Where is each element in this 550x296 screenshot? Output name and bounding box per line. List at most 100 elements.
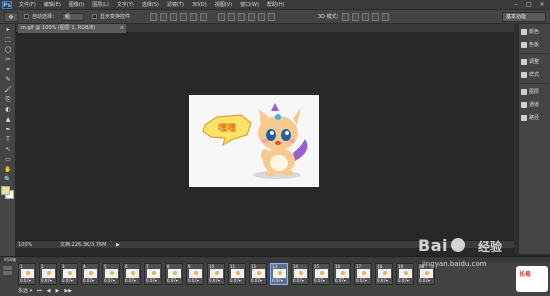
menu-edit[interactable]: 编辑(E) <box>42 0 63 10</box>
timeline-frame[interactable]: 12 0.07▾ <box>249 263 267 285</box>
timeline-frame[interactable]: 16 0.07▾ <box>333 263 351 285</box>
frame-delay-select[interactable]: 0.07▾ <box>62 278 73 284</box>
timeline-frame[interactable]: 11 0.07▾ <box>228 263 246 285</box>
menu-file[interactable]: 文件(F) <box>17 0 38 10</box>
first-frame-icon[interactable]: ⏮ <box>37 287 42 295</box>
panel-swatches[interactable]: 色板 <box>519 39 550 50</box>
move-tool-icon[interactable]: ▸ <box>2 25 14 34</box>
align-right-icon[interactable] <box>200 13 207 21</box>
timeline-frame[interactable]: 10 0.07▾ <box>207 263 225 285</box>
frame-delay-select[interactable]: 0.07▾ <box>314 278 325 284</box>
move-tool-preset[interactable]: ✥ <box>4 12 18 22</box>
frame-delay-select[interactable]: 0.07▾ <box>104 278 115 284</box>
menu-image[interactable]: 图像(I) <box>67 0 86 10</box>
align-vcenter-icon[interactable] <box>160 13 167 21</box>
brush-tool-icon[interactable]: 🖌 <box>2 85 14 94</box>
menu-view[interactable]: 视图(V) <box>213 0 234 10</box>
healing-tool-icon[interactable]: ✎ <box>2 75 14 84</box>
frame-delay-select[interactable]: 0.07▾ <box>83 278 94 284</box>
status-menu-arrow-icon[interactable]: ▶ <box>116 241 120 249</box>
minimize-icon[interactable]: – <box>512 1 520 8</box>
timeline-frame[interactable]: 6 0.07▾ <box>123 263 141 285</box>
timeline-frame[interactable]: 3 0.07▾ <box>60 263 78 285</box>
panel-styles[interactable]: 样式 <box>519 69 550 80</box>
menu-3d[interactable]: 3D(D) <box>190 0 209 10</box>
frame-delay-select[interactable]: 0.07▾ <box>125 278 136 284</box>
close-tab-icon[interactable]: × <box>120 24 124 33</box>
lasso-tool-icon[interactable]: ◯ <box>2 45 14 54</box>
document-tab[interactable]: m.gif @ 100% (图层 1, RGB/8) × <box>18 24 126 33</box>
canvas-area[interactable]: 嘿嘿 <box>16 33 514 240</box>
frame-delay-select[interactable]: 0.07▾ <box>167 278 178 284</box>
frame-delay-select[interactable]: 0.07▾ <box>335 278 346 284</box>
panel-layers[interactable]: 图层 <box>519 86 550 97</box>
close-icon[interactable]: ✕ <box>538 1 546 8</box>
timeline-menu-icon[interactable] <box>3 271 12 275</box>
timeline-frame[interactable]: 4 0.07▾ <box>81 263 99 285</box>
timeline-frame[interactable]: 19 0.07▾ <box>396 263 414 285</box>
panel-paths[interactable]: 路径 <box>519 112 550 123</box>
foreground-color-swatch[interactable] <box>1 186 10 195</box>
timeline-frame[interactable]: 7 0.07▾ <box>144 263 162 285</box>
timeline-frame[interactable]: 5 0.07▾ <box>102 263 120 285</box>
play-icon[interactable]: ▶ <box>55 287 59 295</box>
path-selection-tool-icon[interactable]: ↖ <box>2 145 14 154</box>
timeline-frame[interactable]: 13 0.07▾ <box>270 263 288 285</box>
timeline-frame[interactable]: 14 0.07▾ <box>291 263 309 285</box>
distribute-left-icon[interactable] <box>248 13 255 21</box>
distribute-right-icon[interactable] <box>268 13 275 21</box>
auto-select-checkbox[interactable] <box>24 14 29 19</box>
frame-delay-select[interactable]: 0.07▾ <box>230 278 241 284</box>
distribute-vcenter-icon[interactable] <box>228 13 235 21</box>
frame-delay-select[interactable]: 0.07▾ <box>41 278 52 284</box>
3d-roll-icon[interactable] <box>352 13 359 21</box>
distribute-hcenter-icon[interactable] <box>258 13 265 21</box>
marquee-tool-icon[interactable]: ⬚ <box>2 35 14 44</box>
timeline-frame[interactable]: 2 0.07▾ <box>39 263 57 285</box>
timeline-frame[interactable]: 18 0.07▾ <box>375 263 393 285</box>
zoom-tool-icon[interactable]: 🔍 <box>2 175 14 184</box>
frame-delay-select[interactable]: 0.07▾ <box>209 278 220 284</box>
frame-delay-select[interactable]: 0.07▾ <box>146 278 157 284</box>
panel-color[interactable]: 颜色 <box>519 26 550 37</box>
panel-adjustments[interactable]: 调整 <box>519 56 550 67</box>
shape-tool-icon[interactable]: ▭ <box>2 155 14 164</box>
menu-layer[interactable]: 图层(L) <box>90 0 111 10</box>
menu-select[interactable]: 选择(S) <box>140 0 161 10</box>
frame-delay-select[interactable]: 0.07▾ <box>251 278 262 284</box>
frame-delay-select[interactable]: 0.07▾ <box>293 278 304 284</box>
distribute-top-icon[interactable] <box>218 13 225 21</box>
frame-delay-select[interactable]: 0.07▾ <box>398 278 409 284</box>
show-transform-checkbox[interactable] <box>92 14 97 19</box>
hand-tool-icon[interactable]: ✋ <box>2 165 14 174</box>
3d-pan-icon[interactable] <box>362 13 369 21</box>
menu-help[interactable]: 帮助(H) <box>265 0 287 10</box>
dodge-tool-icon[interactable]: ◐ <box>2 105 14 114</box>
frame-delay-select[interactable]: 0.07▾ <box>188 278 199 284</box>
zoom-level[interactable]: 100% <box>18 241 32 249</box>
align-top-icon[interactable] <box>150 13 157 21</box>
next-frame-icon[interactable]: ▶▶ <box>64 287 72 295</box>
menu-type[interactable]: 文字(Y) <box>115 0 136 10</box>
loop-select[interactable]: 永远 ▾ <box>18 287 32 295</box>
frame-delay-select[interactable]: 0.07▾ <box>272 278 283 284</box>
type-tool-icon[interactable]: T <box>2 135 14 144</box>
previous-frame-icon[interactable]: ◀ <box>47 287 51 295</box>
timeline-frame[interactable]: 15 0.07▾ <box>312 263 330 285</box>
timeline-frame[interactable]: 1 0.07▾ <box>18 263 36 285</box>
frame-delay-select[interactable]: 0.07▾ <box>20 278 31 284</box>
3d-rotate-icon[interactable] <box>342 13 349 21</box>
menu-window[interactable]: 窗口(W) <box>238 0 261 10</box>
maximize-icon[interactable]: □ <box>525 1 533 8</box>
panel-channels[interactable]: 通道 <box>519 99 550 110</box>
pen-tool-icon[interactable]: ✒ <box>2 125 14 134</box>
menu-filter[interactable]: 滤镜(T) <box>165 0 186 10</box>
eyedropper-tool-icon[interactable]: ⌗ <box>2 65 14 74</box>
frame-delay-select[interactable]: 0.07▾ <box>356 278 367 284</box>
3d-slide-icon[interactable] <box>372 13 379 21</box>
clone-stamp-tool-icon[interactable]: ⎘ <box>2 95 14 104</box>
align-left-icon[interactable] <box>180 13 187 21</box>
document-canvas[interactable]: 嘿嘿 <box>189 95 319 187</box>
frame-delay-select[interactable]: 0.07▾ <box>377 278 388 284</box>
3d-scale-icon[interactable] <box>382 13 389 21</box>
